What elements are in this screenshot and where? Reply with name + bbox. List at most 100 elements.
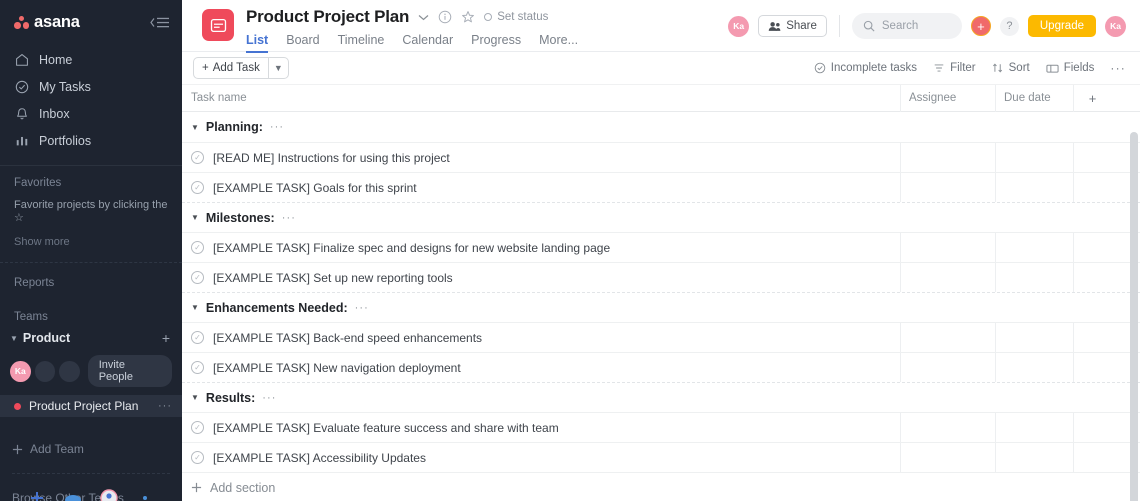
sidebar-item-home[interactable]: Home: [0, 49, 182, 70]
section-overflow-icon[interactable]: ···: [282, 212, 296, 224]
add-section-button[interactable]: Add section: [182, 472, 1140, 501]
plus-icon[interactable]: [26, 487, 48, 501]
complete-task-icon[interactable]: ✓: [191, 331, 204, 344]
sort-button[interactable]: Sort: [992, 62, 1030, 74]
column-header-due-date[interactable]: Due date: [995, 84, 1073, 112]
complete-task-icon[interactable]: ✓: [191, 421, 204, 434]
info-circle-icon[interactable]: [438, 10, 452, 24]
assignee-cell[interactable]: [900, 323, 995, 352]
table-row[interactable]: ✓ [READ ME] Instructions for using this …: [182, 142, 1140, 172]
add-task-button[interactable]: + Add Task ▼: [193, 57, 289, 79]
chevron-down-icon[interactable]: [418, 14, 429, 21]
reports-title[interactable]: Reports: [0, 277, 182, 289]
tab-progress[interactable]: Progress: [471, 33, 521, 53]
assignee-cell[interactable]: [900, 353, 995, 382]
assignee-cell[interactable]: [900, 443, 995, 472]
table-row[interactable]: ✓ [EXAMPLE TASK] Evaluate feature succes…: [182, 412, 1140, 442]
invite-people-button[interactable]: Invite People: [87, 355, 172, 387]
sidebar-project-product-project-plan[interactable]: Product Project Plan ···: [0, 395, 182, 417]
due-date-cell[interactable]: [995, 263, 1073, 292]
complete-task-icon[interactable]: ✓: [191, 151, 204, 164]
chevron-down-icon[interactable]: ▼: [191, 303, 199, 312]
team-row-product[interactable]: ▼ Product +: [0, 330, 182, 346]
tab-calendar[interactable]: Calendar: [402, 33, 453, 53]
due-date-cell[interactable]: [995, 323, 1073, 352]
table-row[interactable]: ✓ [EXAMPLE TASK] Accessibility Updates: [182, 442, 1140, 472]
assignee-cell[interactable]: [900, 263, 995, 292]
avatar[interactable]: [59, 360, 80, 382]
section-header-milestones[interactable]: ▼ Milestones: ···: [182, 202, 1140, 232]
more-options-icon[interactable]: ···: [1110, 61, 1126, 75]
table-row[interactable]: ✓ [EXAMPLE TASK] Goals for this sprint: [182, 172, 1140, 202]
show-more-button[interactable]: Show more: [0, 236, 182, 248]
chevron-down-icon[interactable]: ▼: [267, 58, 288, 78]
chat-icon[interactable]: [62, 487, 84, 501]
set-status-button[interactable]: Set status: [484, 11, 548, 23]
task-name-cell[interactable]: ✓ [EXAMPLE TASK] Finalize spec and desig…: [182, 233, 900, 262]
task-name-cell[interactable]: ✓ [EXAMPLE TASK] Back-end speed enhancem…: [182, 323, 900, 352]
table-row[interactable]: ✓ [EXAMPLE TASK] Back-end speed enhancem…: [182, 322, 1140, 352]
due-date-cell[interactable]: [995, 353, 1073, 382]
assignee-cell[interactable]: [900, 173, 995, 202]
assignee-cell[interactable]: [900, 413, 995, 442]
assignee-cell[interactable]: [900, 233, 995, 262]
dot-icon[interactable]: [134, 487, 156, 501]
due-date-cell[interactable]: [995, 143, 1073, 172]
task-name-cell[interactable]: ✓ [EXAMPLE TASK] Evaluate feature succes…: [182, 413, 900, 442]
share-button[interactable]: Share: [758, 15, 827, 37]
complete-task-icon[interactable]: ✓: [191, 361, 204, 374]
due-date-cell[interactable]: [995, 443, 1073, 472]
table-row[interactable]: ✓ [EXAMPLE TASK] New navigation deployme…: [182, 352, 1140, 382]
add-team-button[interactable]: Add Team: [0, 442, 182, 456]
tab-board[interactable]: Board: [286, 33, 319, 53]
filter-button[interactable]: Filter: [933, 62, 976, 74]
table-row[interactable]: ✓ [EXAMPLE TASK] Set up new reporting to…: [182, 262, 1140, 292]
help-button[interactable]: ?: [999, 16, 1019, 36]
asana-logo[interactable]: asana: [14, 13, 80, 32]
collapse-sidebar-icon[interactable]: [148, 16, 170, 29]
column-header-assignee[interactable]: Assignee: [900, 84, 995, 112]
add-column-button[interactable]: +: [1073, 84, 1111, 112]
section-header-enhancements-needed[interactable]: ▼ Enhancements Needed: ···: [182, 292, 1140, 322]
avatar[interactable]: [34, 360, 56, 382]
complete-task-icon[interactable]: ✓: [191, 241, 204, 254]
search-input[interactable]: Search: [851, 13, 962, 39]
sidebar-item-inbox[interactable]: Inbox: [0, 103, 182, 124]
assignee-cell[interactable]: [900, 143, 995, 172]
fields-button[interactable]: Fields: [1046, 62, 1094, 74]
chevron-down-icon[interactable]: ▼: [10, 334, 18, 343]
tab-list[interactable]: List: [246, 33, 269, 53]
profile-avatar[interactable]: Ka: [1105, 15, 1126, 37]
sidebar-item-my-tasks[interactable]: My Tasks: [0, 76, 182, 97]
table-row[interactable]: ✓ [EXAMPLE TASK] Finalize spec and desig…: [182, 232, 1140, 262]
star-icon[interactable]: [461, 10, 475, 24]
task-name-cell[interactable]: ✓ [EXAMPLE TASK] Set up new reporting to…: [182, 263, 900, 292]
column-header-task-name[interactable]: Task name: [182, 92, 900, 104]
complete-task-icon[interactable]: ✓: [191, 271, 204, 284]
due-date-cell[interactable]: [995, 173, 1073, 202]
avatar[interactable]: Ka: [10, 360, 31, 382]
section-overflow-icon[interactable]: ···: [270, 121, 284, 133]
task-name-cell[interactable]: ✓ [EXAMPLE TASK] New navigation deployme…: [182, 353, 900, 382]
task-name-cell[interactable]: ✓ [EXAMPLE TASK] Accessibility Updates: [182, 443, 900, 472]
sidebar-item-portfolios[interactable]: Portfolios: [0, 130, 182, 151]
section-overflow-icon[interactable]: ···: [262, 392, 276, 404]
tab-timeline[interactable]: Timeline: [338, 33, 385, 53]
complete-task-icon[interactable]: ✓: [191, 451, 204, 464]
tab-more[interactable]: More...: [539, 33, 578, 53]
section-overflow-icon[interactable]: ···: [355, 302, 369, 314]
due-date-cell[interactable]: [995, 413, 1073, 442]
incomplete-tasks-filter[interactable]: Incomplete tasks: [814, 62, 917, 74]
chevron-down-icon[interactable]: ▼: [191, 123, 199, 132]
section-header-planning[interactable]: ▼ Planning: ···: [182, 112, 1140, 142]
quick-add-button[interactable]: +: [970, 16, 991, 36]
project-overflow-icon[interactable]: ···: [158, 400, 172, 412]
avatar[interactable]: Ka: [728, 15, 750, 37]
scrollbar-thumb[interactable]: [1130, 132, 1138, 501]
vertical-scrollbar[interactable]: [1130, 112, 1138, 501]
due-date-cell[interactable]: [995, 233, 1073, 262]
add-to-team-icon[interactable]: +: [162, 330, 170, 346]
task-name-cell[interactable]: ✓ [EXAMPLE TASK] Goals for this sprint: [182, 173, 900, 202]
avatar-icon[interactable]: [98, 487, 120, 501]
chevron-down-icon[interactable]: ▼: [191, 393, 199, 402]
